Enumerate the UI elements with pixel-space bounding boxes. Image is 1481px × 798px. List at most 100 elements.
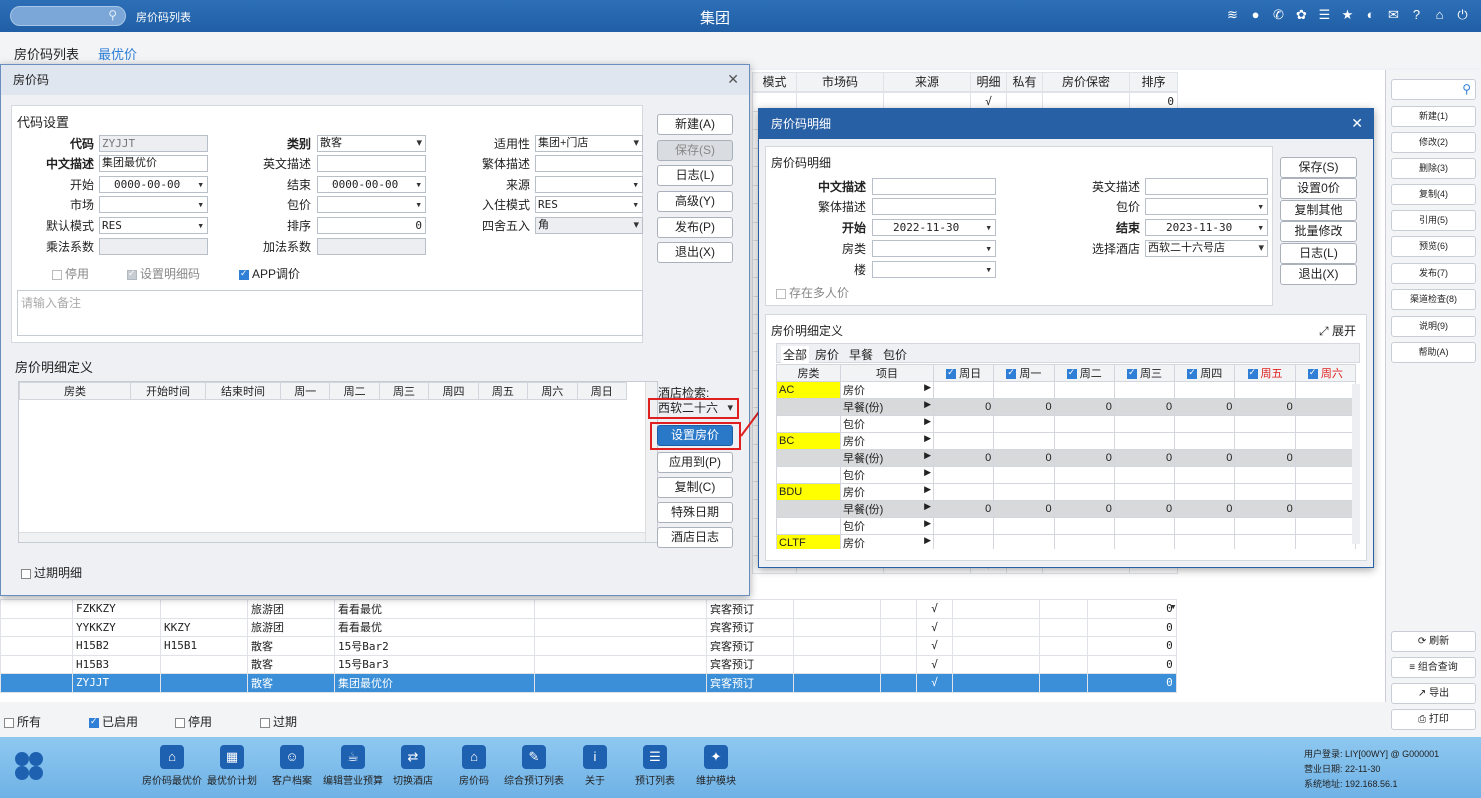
hotel-log-button[interactable]: 酒店日志 — [657, 527, 733, 548]
col-sun[interactable]: 周日 — [932, 364, 995, 382]
col-sort[interactable]: 排序 — [1129, 72, 1178, 92]
expand-arrow-icon[interactable]: ▶ — [924, 416, 931, 427]
start-date-field[interactable]: 0000-00-00 — [99, 176, 208, 193]
cell-price[interactable] — [932, 415, 995, 433]
right-search-input[interactable]: ⚲ — [1391, 79, 1476, 100]
dlg1-new-button[interactable]: 新建(A) — [657, 114, 733, 135]
checkbox-icon[interactable] — [175, 717, 185, 728]
set-zero-price-button[interactable]: 设置0价 — [1280, 178, 1357, 199]
checkbox-icon[interactable] — [21, 568, 31, 579]
cell-price[interactable] — [1174, 415, 1236, 433]
cell-price[interactable] — [1113, 534, 1176, 549]
col-mon[interactable]: 周一 — [279, 382, 331, 400]
col-tue[interactable]: 周二 — [329, 382, 380, 400]
cell-price[interactable] — [1113, 466, 1176, 484]
rounding-select[interactable]: 角 — [535, 217, 643, 234]
cell-price[interactable] — [1174, 381, 1236, 399]
matrix-row[interactable]: CLTF 房价 ▶ — [776, 534, 1357, 549]
star-icon[interactable]: ★ — [1339, 6, 1356, 23]
bottom-rate-code[interactable]: ⌂ 房价码 — [442, 745, 506, 787]
checkbox-icon[interactable] — [4, 717, 14, 728]
cell-price[interactable]: 0 — [1174, 449, 1236, 467]
filter-disabled[interactable]: 停用 — [175, 713, 212, 730]
checkbox-checked-icon[interactable] — [127, 268, 137, 280]
code-field[interactable]: ZYJJT — [99, 135, 208, 152]
col-tue[interactable]: 周二 — [1053, 364, 1115, 382]
checkbox-checked-icon[interactable] — [946, 367, 957, 380]
cell-price[interactable] — [1053, 483, 1115, 501]
expand-arrow-icon[interactable]: ▶ — [924, 433, 931, 444]
bottom-budget[interactable]: ☕ 编辑营业预算 — [321, 745, 385, 787]
col-private[interactable]: 私有 — [1006, 72, 1043, 92]
col-market[interactable]: 市场码 — [796, 72, 884, 92]
remark-textarea[interactable]: 请输入备注 — [17, 290, 643, 336]
expand-arrow-icon[interactable]: ▶ — [924, 501, 931, 512]
dlg1-log-button[interactable]: 日志(L) — [657, 165, 733, 186]
channel-check-button[interactable]: 渠道检查(8) — [1391, 289, 1476, 310]
cell-price[interactable] — [932, 517, 995, 535]
detail-start-field[interactable]: 2022-11-30 — [872, 219, 996, 236]
explain-button[interactable]: 说明(9) — [1391, 316, 1476, 337]
checkbox-checked-icon[interactable] — [89, 716, 99, 728]
moon-icon[interactable]: ◐ — [1362, 6, 1379, 23]
matrix-row[interactable]: 包价 ▶ — [776, 466, 1357, 484]
bottom-reservation-list[interactable]: ✎ 综合预订列表 — [502, 745, 566, 787]
col-wed[interactable]: 周三 — [378, 382, 430, 400]
cell-price[interactable] — [1113, 381, 1176, 399]
detail-hotel-select[interactable]: 西软二十六号店 — [1145, 240, 1268, 257]
table-row-selected[interactable]: ZYJJT 散客 集团最优价 宾客预订 √ 0 — [0, 673, 1180, 693]
cell-price[interactable] — [1294, 449, 1357, 467]
checkbox-checked-icon[interactable] — [239, 268, 249, 280]
detail-cname-field[interactable] — [872, 178, 996, 195]
tab-rate-code-list[interactable]: 房价码列表 — [14, 44, 79, 63]
cell-price[interactable] — [993, 466, 1055, 484]
bottom-best-plan[interactable]: ▦ 最优价计划 — [200, 745, 264, 787]
subtab-room-rate[interactable]: 房价 — [815, 346, 839, 363]
col-end-time[interactable]: 结束时间 — [205, 382, 281, 400]
sort-field[interactable]: 0 — [317, 217, 426, 234]
publish-button[interactable]: 发布(7) — [1391, 263, 1476, 284]
expand-arrow-icon[interactable]: ▶ — [924, 518, 931, 529]
cell-price[interactable]: 0 — [993, 449, 1055, 467]
cell-price[interactable]: 0 — [1234, 500, 1296, 518]
cell-price[interactable] — [932, 483, 995, 501]
checkbox-checked-icon[interactable] — [1006, 367, 1017, 380]
wifi-icon[interactable]: ≋ — [1224, 6, 1241, 23]
expand-arrow-icon[interactable]: ▶ — [924, 535, 931, 546]
table-row[interactable]: H15B2 H15B1 散客 15号Bar2 宾客预订 √ 0 — [0, 636, 1180, 656]
close-icon[interactable]: ✕ — [1351, 115, 1363, 132]
global-search-input[interactable]: ⚲ — [10, 6, 126, 26]
close-icon[interactable]: ✕ — [727, 71, 739, 88]
cell-price[interactable]: 0 — [1053, 500, 1115, 518]
checkbox-icon[interactable] — [52, 269, 62, 280]
cell-price[interactable] — [993, 415, 1055, 433]
horizontal-scrollbar[interactable] — [19, 532, 645, 542]
col-thu[interactable]: 周四 — [1174, 364, 1236, 382]
matrix-row[interactable]: 早餐(份) ▶ 0 0 0 0 0 0 — [776, 398, 1357, 416]
col-sat[interactable]: 周六 — [527, 382, 578, 400]
end-date-field[interactable]: 0000-00-00 — [317, 176, 426, 193]
cell-price[interactable] — [1174, 517, 1236, 535]
tab-best-price[interactable]: 最优价 — [98, 44, 137, 63]
cell-price[interactable]: 0 — [1113, 398, 1176, 416]
app-adjust-checkbox[interactable]: APP调价 — [239, 265, 300, 282]
subtab-breakfast[interactable]: 早餐 — [849, 346, 873, 363]
bottom-booking-list[interactable]: ☰ 预订列表 — [623, 745, 687, 787]
cell-price[interactable] — [1174, 466, 1236, 484]
delete-button[interactable]: 删除(3) — [1391, 158, 1476, 179]
matrix-row[interactable]: BDU 房价 ▶ — [776, 483, 1357, 501]
table-row[interactable]: H15B3 散客 15号Bar3 宾客预订 √ 0 — [0, 654, 1180, 674]
matrix-row[interactable]: 早餐(份) ▶ 0 0 0 0 0 0 — [776, 449, 1357, 467]
matrix-row[interactable]: 包价 ▶ — [776, 517, 1357, 535]
matrix-row[interactable]: 包价 ▶ — [776, 415, 1357, 433]
detail-room-type-select[interactable] — [872, 240, 996, 257]
cell-price[interactable] — [932, 466, 995, 484]
cell-price[interactable]: 0 — [993, 398, 1055, 416]
col-sat[interactable]: 周六 — [1294, 364, 1357, 382]
cell-price[interactable] — [993, 432, 1055, 450]
bottom-rate-best[interactable]: ⌂ 房价码最优价 — [140, 745, 204, 787]
checkbox-checked-icon[interactable] — [1247, 367, 1258, 380]
cell-price[interactable]: 0 — [1234, 398, 1296, 416]
new-button[interactable]: 新建(1) — [1391, 106, 1476, 127]
edit-button[interactable]: 修改(2) — [1391, 132, 1476, 153]
